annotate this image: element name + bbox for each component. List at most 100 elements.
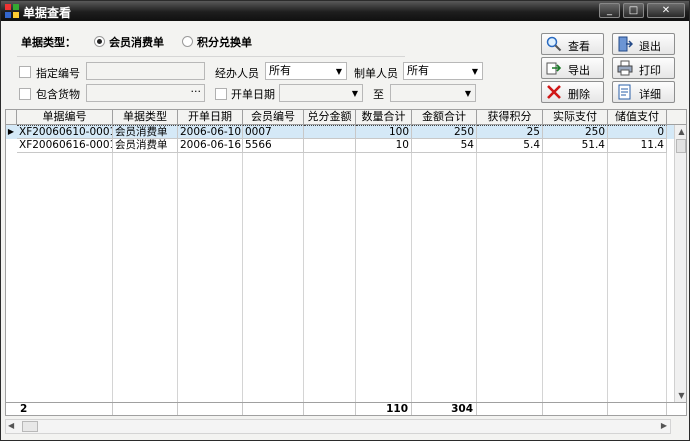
col-header-bill-no[interactable]: 单据编号 [17, 110, 113, 124]
cell-points-amount[interactable] [304, 125, 356, 139]
creator-select[interactable]: 所有 ▼ [403, 62, 483, 80]
col-header-date[interactable]: 开单日期 [178, 110, 243, 124]
chevron-down-icon: ▼ [351, 89, 358, 98]
horizontal-scrollbar[interactable]: ◀ ▶ [5, 419, 671, 434]
row-indicator-icon: ▶ [7, 127, 15, 136]
exit-door-icon [618, 36, 633, 52]
chevron-down-icon: ▼ [335, 67, 342, 76]
delete-button[interactable]: 删除 [541, 81, 604, 103]
exit-button[interactable]: 退出 [612, 33, 675, 55]
cell-actual-paid[interactable]: 250 [543, 125, 608, 139]
cell-points-earned[interactable]: 5.4 [477, 139, 543, 153]
grid-line [112, 125, 113, 402]
cell-qty-total[interactable]: 10 [356, 139, 412, 153]
table-row[interactable]: XF20060616-0001 会员消费单 2006-06-16 5566 10… [6, 139, 686, 153]
radio-points-bill-label[interactable]: 积分兑换单 [197, 34, 252, 50]
cell-member-no[interactable]: 0007 [243, 125, 304, 139]
handler-select-value: 所有 [269, 64, 291, 77]
designated-no-label: 指定编号 [36, 67, 80, 80]
footer-cell [178, 403, 243, 415]
client-area: 单据类型： 会员消费单 积分兑换单 指定编号 经办人员 所有 ▼ 制单人员 所有… [3, 22, 687, 438]
title-bar[interactable]: 单据查看 _ □ ✕ [1, 1, 689, 21]
handler-label: 经办人员 [215, 67, 259, 80]
include-goods-checkbox[interactable] [19, 88, 31, 100]
cell-actual-paid[interactable]: 51.4 [543, 139, 608, 153]
cell-bill-no[interactable]: XF20060616-0001 [17, 139, 113, 153]
cell-points-earned[interactable]: 25 [477, 125, 543, 139]
cell-amount-total[interactable]: 54 [412, 139, 477, 153]
printer-icon [617, 60, 633, 76]
grid-line [666, 125, 667, 402]
designated-no-input[interactable] [86, 62, 205, 80]
close-button[interactable]: ✕ [647, 3, 685, 18]
print-button-label: 打印 [639, 64, 661, 77]
creator-label: 制单人员 [354, 67, 398, 80]
radio-member-bill[interactable] [94, 36, 105, 47]
cell-bill-type[interactable]: 会员消费单 [113, 139, 178, 153]
scroll-thumb[interactable] [676, 139, 686, 153]
grid-line [242, 125, 243, 402]
col-header-amount-total[interactable]: 金额合计 [412, 110, 477, 124]
scroll-right-icon[interactable]: ▶ [661, 421, 667, 430]
scroll-left-icon[interactable]: ◀ [8, 421, 14, 430]
export-button[interactable]: 导出 [541, 57, 604, 79]
app-icon [5, 4, 19, 18]
cell-date[interactable]: 2006-06-10 [178, 125, 243, 139]
exit-button-label: 退出 [639, 40, 661, 53]
col-header-points-amount[interactable]: 兑分金额 [304, 110, 356, 124]
view-button-label: 查看 [568, 40, 590, 53]
bill-grid[interactable]: 单据编号 单据类型 开单日期 会员编号 兑分金额 数量合计 金额合计 获得积分 … [5, 109, 687, 416]
date-checkbox[interactable] [215, 88, 227, 100]
grid-line [177, 125, 178, 402]
handler-select[interactable]: 所有 ▼ [265, 62, 347, 80]
browse-button[interactable]: ··· [191, 84, 202, 100]
scroll-up-icon[interactable]: ▲ [675, 125, 686, 138]
divider [17, 56, 405, 57]
col-header-actual-paid[interactable]: 实际支付 [543, 110, 608, 124]
col-header-qty-total[interactable]: 数量合计 [356, 110, 412, 124]
cell-stored-paid[interactable]: 11.4 [608, 139, 667, 153]
date-from-select[interactable]: ▼ [279, 84, 363, 102]
delete-button-label: 删除 [568, 88, 590, 101]
date-to-select[interactable]: ▼ [390, 84, 476, 102]
maximize-button[interactable]: □ [623, 3, 644, 18]
export-icon [546, 62, 562, 75]
cell-bill-no[interactable]: XF20060610-0001 [17, 125, 113, 139]
export-button-label: 导出 [568, 64, 590, 77]
designated-no-checkbox[interactable] [19, 66, 31, 78]
grid-line [411, 125, 412, 402]
grid-line [607, 125, 608, 402]
detail-button-label: 详细 [639, 88, 661, 101]
scroll-down-icon[interactable]: ▼ [675, 389, 686, 402]
footer-qty-total: 110 [356, 403, 412, 415]
col-header-bill-type[interactable]: 单据类型 [113, 110, 178, 124]
cell-qty-total[interactable]: 100 [356, 125, 412, 139]
footer-amount-total: 304 [412, 403, 477, 415]
col-header-member-no[interactable]: 会员编号 [243, 110, 304, 124]
cell-member-no[interactable]: 5566 [243, 139, 304, 153]
cell-points-amount[interactable] [304, 139, 356, 153]
include-goods-input[interactable]: ··· [86, 84, 205, 102]
table-row[interactable]: ▶ XF20060610-0001 会员消费单 2006-06-10 0007 … [6, 125, 686, 139]
cell-amount-total[interactable]: 250 [412, 125, 477, 139]
footer-cell [608, 403, 667, 415]
cell-bill-type[interactable]: 会员消费单 [113, 125, 178, 139]
window: 单据查看 _ □ ✕ 单据类型： 会员消费单 积分兑换单 指定编号 经办人员 所… [0, 0, 690, 441]
grid-footer: 2 110 304 [6, 402, 686, 415]
cell-stored-paid[interactable]: 0 [608, 125, 667, 139]
detail-button[interactable]: 详细 [612, 81, 675, 103]
view-button[interactable]: 查看 [541, 33, 604, 55]
cell-date[interactable]: 2006-06-16 [178, 139, 243, 153]
col-header-points-earned[interactable]: 获得积分 [477, 110, 543, 124]
col-header-stored-paid[interactable]: 储值支付 [608, 110, 667, 124]
radio-member-bill-label[interactable]: 会员消费单 [109, 34, 164, 50]
date-label: 开单日期 [231, 88, 275, 101]
print-button[interactable]: 打印 [612, 57, 675, 79]
grid-header: 单据编号 单据类型 开单日期 会员编号 兑分金额 数量合计 金额合计 获得积分 … [6, 110, 686, 125]
creator-select-value: 所有 [407, 64, 429, 77]
radio-points-bill[interactable] [182, 36, 193, 47]
minimize-button[interactable]: _ [599, 3, 620, 18]
chevron-down-icon: ▼ [471, 67, 478, 76]
vertical-scrollbar[interactable]: ▲ ▼ [674, 125, 686, 402]
scroll-thumb[interactable] [22, 421, 38, 432]
